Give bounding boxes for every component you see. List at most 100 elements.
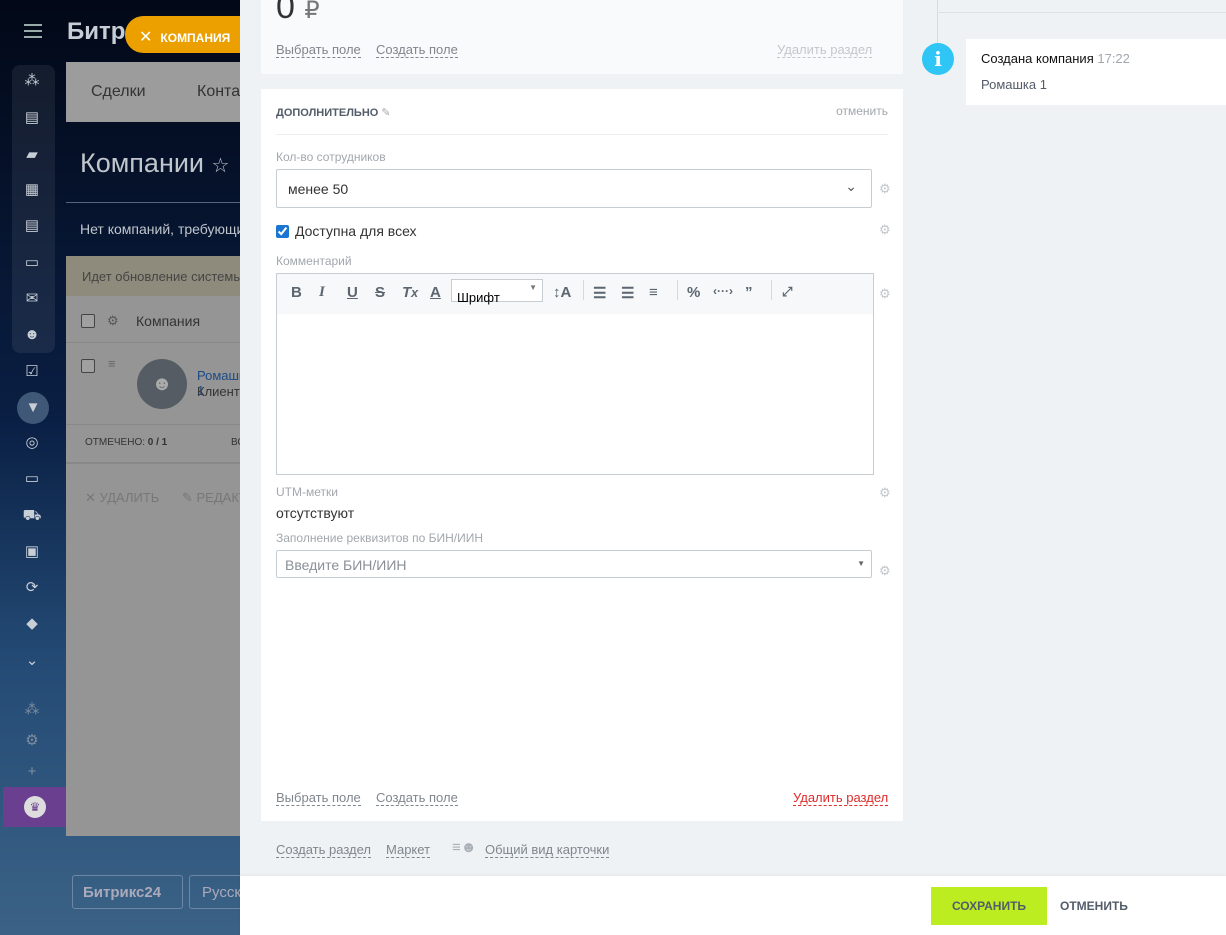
gear-icon[interactable]: ⚙ [879, 485, 891, 501]
delete-section-link[interactable]: Удалить раздел [777, 42, 873, 58]
tasks-icon[interactable]: ▤ [22, 108, 42, 128]
checklist-icon[interactable]: ☑ [22, 362, 42, 382]
drive-icon[interactable]: ▭ [22, 253, 42, 273]
chip-label: КОМПАНИЯ [160, 31, 231, 45]
amount-value: 0 ₽ [276, 0, 320, 27]
edit-label: РЕДАКТИРОВАТЬ [196, 490, 240, 505]
drag-handle-icon[interactable]: ≡ [108, 356, 116, 371]
select-field-link[interactable]: Выбрать поле [276, 790, 361, 806]
hamburger-icon[interactable] [24, 24, 42, 38]
gear-icon[interactable]: ⚙ [107, 313, 119, 329]
structure-icon[interactable]: ⁂ [22, 700, 42, 720]
upgrade-button[interactable]: ♛ [3, 787, 66, 827]
page-title: Компании ☆ [80, 148, 229, 179]
footer-logo: Битрикс24 [72, 875, 183, 909]
gear-icon[interactable]: ⚙ [879, 563, 891, 579]
slider-close-chip[interactable]: ✕ КОМПАНИЯ [125, 16, 240, 53]
company-avatar: ☻ [137, 359, 187, 409]
sites-icon[interactable]: ▭ [22, 469, 42, 489]
left-menu: ⁂ ▤ ▰ ▦ ▤ ▭ ✉ ☻ ☑ ▼ ◎ ▭ ⛟ ▣ ⟳ ◆ ⌄ ⁂ ⚙ + … [0, 0, 66, 935]
selected-label: ОТМЕЧЕНО: [85, 437, 145, 448]
delete-label: УДАЛИТЬ [99, 490, 160, 505]
available-for-all[interactable]: Доступна для всех [276, 223, 417, 239]
save-button[interactable]: СОХРАНИТЬ [931, 887, 1047, 925]
total-label: ВСЕГО [231, 437, 240, 448]
bin-input[interactable]: Введите БИН/ИИН ▼ [276, 550, 872, 578]
mail-icon[interactable]: ✉ [22, 289, 42, 309]
fullscreen-icon[interactable]: ⤢ [782, 284, 792, 300]
cancel-section-link[interactable]: отменить [836, 104, 888, 118]
bin-label: Заполнение реквизитов по БИН/ИИН [276, 531, 484, 545]
sync-icon[interactable]: ⟳ [22, 578, 42, 598]
crown-icon: ♛ [24, 796, 46, 818]
delete-section-link[interactable]: Удалить раздел [793, 790, 889, 806]
calendar-icon[interactable]: ▦ [22, 180, 42, 200]
divider [66, 424, 240, 425]
contact-card-icon[interactable]: ▣ [22, 542, 42, 562]
available-checkbox[interactable] [276, 225, 289, 238]
amount: 0 [276, 0, 295, 26]
page-title-text: Компании [80, 148, 205, 178]
companies-grid: ⚙ Компания ≡ ☻ Ромашка 1 Клиент ОТМЕЧЕНО… [66, 296, 240, 836]
create-field-link[interactable]: Создать поле [376, 42, 458, 58]
box-icon[interactable]: ◆ [22, 614, 42, 634]
document-icon[interactable]: ▤ [22, 216, 42, 236]
target-icon[interactable]: ◎ [22, 433, 42, 453]
contacts-icon[interactable]: ☻ [22, 325, 42, 345]
comment-editor[interactable]: B I U S Tx A Шрифт ▼ ↕A ☰ ☰ ≡ % ‹···› ” ⤢ [276, 273, 874, 475]
link-icon[interactable]: % [687, 284, 700, 301]
column-header-company[interactable]: Компания [136, 313, 200, 329]
create-section-link[interactable]: Создать раздел [276, 842, 371, 858]
divider [677, 280, 678, 300]
select-all-checkbox[interactable] [81, 314, 95, 328]
more-icon[interactable]: ⌄ [22, 651, 42, 671]
employees-value: менее 50 [288, 181, 349, 197]
gear-icon[interactable]: ⚙ [879, 286, 891, 302]
italic-icon[interactable]: I [319, 284, 325, 301]
dropdown-arrow-icon: ▼ [857, 559, 865, 568]
quote-icon[interactable]: ” [745, 284, 753, 301]
underline-icon[interactable]: U [347, 284, 358, 301]
employees-select[interactable]: менее 50 ⌄ [276, 169, 872, 208]
cart-icon[interactable]: ⛟ [22, 506, 42, 526]
row-checkbox[interactable] [81, 359, 95, 373]
employees-label: Кол-во сотрудников [276, 150, 386, 164]
cancel-button[interactable]: ОТМЕНИТЬ [1060, 887, 1128, 925]
market-link[interactable]: Маркет [386, 842, 431, 858]
star-icon[interactable]: ☆ [212, 155, 230, 177]
gear-icon[interactable]: ⚙ [879, 181, 891, 197]
code-icon[interactable]: ‹···› [713, 284, 733, 298]
font-color-icon[interactable]: A [430, 284, 441, 301]
chevron-down-icon: ⌄ [845, 178, 857, 194]
bullet-list-icon[interactable]: ☰ [621, 284, 634, 302]
crm-funnel-icon[interactable]: ▼ [17, 392, 49, 424]
card-view-link[interactable]: Общий вид карточки [485, 842, 610, 858]
create-field-link[interactable]: Создать поле [376, 790, 458, 806]
close-icon[interactable]: ✕ [139, 29, 152, 46]
pencil-icon[interactable]: ✎ [381, 107, 390, 119]
settings-icon[interactable]: ⚙ [22, 731, 42, 751]
language-selector[interactable]: Русский [189, 875, 240, 909]
align-icon[interactable]: ≡ [649, 284, 658, 301]
numbered-list-icon[interactable]: ☰ [593, 284, 606, 302]
chat-icon[interactable]: ▰ [22, 145, 42, 165]
edit-action[interactable]: ✎ РЕДАКТИРОВАТЬ [182, 490, 240, 506]
dropdown-arrow-icon: ▼ [529, 283, 537, 292]
timeline-header: Создана компания 17:22 [981, 51, 1211, 66]
add-icon[interactable]: + [22, 762, 42, 782]
bold-icon[interactable]: B [291, 284, 302, 301]
select-field-link[interactable]: Выбрать поле [276, 42, 361, 58]
tab-deals[interactable]: Сделки [91, 83, 146, 101]
gear-icon[interactable]: ⚙ [879, 222, 891, 238]
strikethrough-icon[interactable]: S [375, 284, 385, 301]
timeline-text: Ромашка 1 [981, 77, 1047, 92]
clear-format-icon[interactable]: Tx [402, 284, 418, 301]
font-size-icon[interactable]: ↕A [553, 284, 571, 301]
utm-label: UTM-метки [276, 485, 338, 499]
font-select[interactable]: Шрифт ▼ [451, 279, 543, 305]
delete-action[interactable]: ✕ УДАЛИТЬ [85, 490, 159, 506]
feed-icon[interactable]: ⁂ [22, 71, 42, 91]
timeline-time: 17:22 [1097, 51, 1130, 66]
section-card-top: 0 ₽ Выбрать поле Создать поле Удалить ра… [261, 0, 903, 74]
footer-bar: СОХРАНИТЬ ОТМЕНИТЬ [240, 876, 1226, 935]
